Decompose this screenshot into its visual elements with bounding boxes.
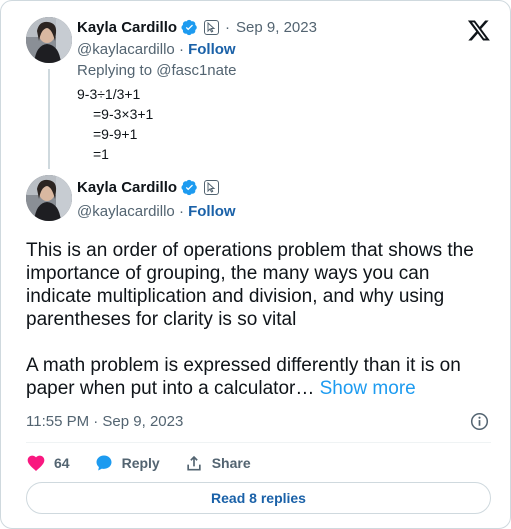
parent-author-row: Kayla Cardillo · Sep 9, 2023 <box>77 19 317 36</box>
separator: · <box>225 19 231 36</box>
math-line: 9-3÷1/3+1 <box>77 86 141 102</box>
tweet-embed-card: Kayla Cardillo · Sep 9, 2023 @kaylacardi… <box>0 0 511 529</box>
tweet-paragraph: A math problem is expressed differently … <box>26 354 496 400</box>
comment-icon <box>96 455 112 471</box>
avatar[interactable] <box>26 175 72 221</box>
like-button[interactable]: 64 <box>26 453 70 473</box>
cursor-icon[interactable] <box>204 180 220 195</box>
info-icon[interactable] <box>470 412 489 431</box>
follow-link[interactable]: Follow <box>188 41 236 58</box>
math-line: =1 <box>93 146 109 162</box>
reply-button[interactable]: Reply <box>94 453 160 473</box>
main-handle-row: @kaylacardillo · Follow <box>77 203 236 220</box>
share-label: Share <box>211 455 251 471</box>
author-name[interactable]: Kayla Cardillo <box>77 179 177 196</box>
separator: · <box>178 203 184 220</box>
avatar[interactable] <box>26 17 72 63</box>
thread-line <box>48 69 50 169</box>
like-count: 64 <box>54 455 70 471</box>
tweet-date[interactable]: Sep 9, 2023 <box>236 19 317 36</box>
tweet-body: This is an order of operations problem t… <box>26 239 496 423</box>
main-author-row: Kayla Cardillo <box>77 179 220 196</box>
show-more-link[interactable]: Show more <box>320 378 416 399</box>
divider <box>26 442 491 443</box>
math-line: =9-3×3+1 <box>93 106 154 122</box>
action-bar: 64 Reply Share <box>26 453 275 473</box>
verified-badge-icon <box>181 19 197 36</box>
parent-handle-row: @kaylacardillo · Follow <box>77 41 236 58</box>
author-handle[interactable]: @kaylacardillo <box>77 203 175 220</box>
reply-label: Reply <box>121 455 160 471</box>
separator: · <box>178 41 184 58</box>
author-handle[interactable]: @kaylacardillo <box>77 41 175 58</box>
follow-link[interactable]: Follow <box>188 203 236 220</box>
verified-badge-icon <box>181 179 197 196</box>
share-button[interactable]: Share <box>184 453 251 473</box>
share-icon <box>187 455 201 471</box>
math-line: =9-9+1 <box>93 126 138 142</box>
x-logo-icon[interactable] <box>467 18 491 42</box>
tweet-paragraph: This is an order of operations problem t… <box>26 240 474 330</box>
heart-icon <box>27 455 45 471</box>
read-replies-button[interactable]: Read 8 replies <box>26 482 491 514</box>
cursor-icon[interactable] <box>204 20 220 35</box>
tweet-timestamp[interactable]: 11:55 PM · Sep 9, 2023 <box>26 413 183 430</box>
replying-to[interactable]: Replying to @fasc1nate <box>77 62 237 79</box>
author-name[interactable]: Kayla Cardillo <box>77 19 177 36</box>
